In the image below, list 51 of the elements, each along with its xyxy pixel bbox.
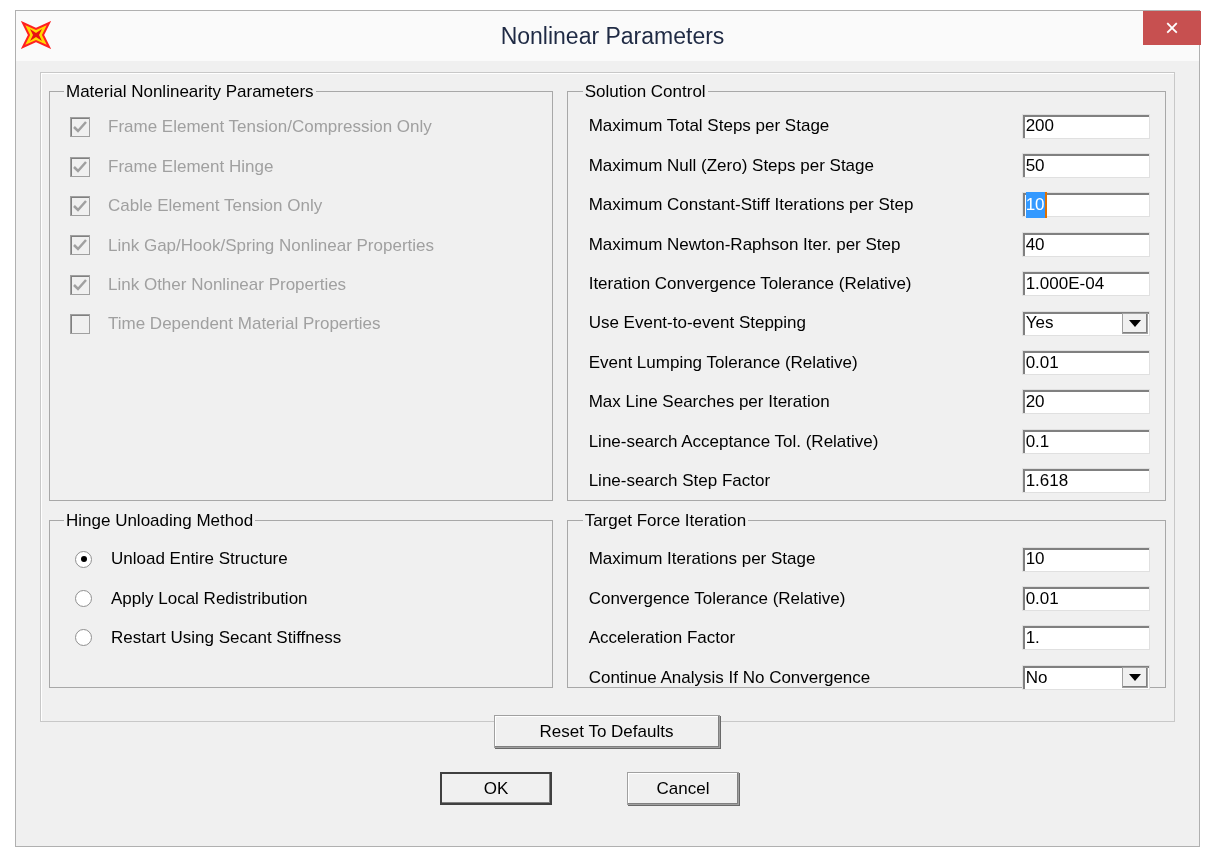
radio-label: Unload Entire Structure: [111, 548, 288, 571]
close-button[interactable]: ×: [1143, 11, 1201, 45]
field-label: Line-search Step Factor: [588, 469, 772, 492]
input-field[interactable]: 1.000E-04: [1021, 271, 1150, 297]
checkbox-label: Frame Element Hinge: [108, 155, 274, 178]
field-label: Acceleration Factor: [588, 627, 737, 650]
field-label: Event Lumping Tolerance (Relative): [588, 351, 859, 374]
field-label: Maximum Null (Zero) Steps per Stage: [588, 154, 875, 177]
group-title: Material Nonlinearity Parameters: [65, 81, 315, 103]
dropdown[interactable]: Yes: [1021, 310, 1150, 336]
checkbox-label: Time Dependent Material Properties: [108, 313, 381, 336]
input-field[interactable]: 0.1: [1021, 428, 1150, 454]
input-field[interactable]: 50: [1021, 153, 1150, 179]
radio-button[interactable]: [75, 590, 92, 608]
input-field[interactable]: 0.01: [1021, 350, 1150, 376]
checkbox-label: Link Gap/Hook/Spring Nonlinear Properties: [108, 234, 434, 257]
input-field[interactable]: 0.01: [1021, 586, 1150, 612]
radio-button[interactable]: [75, 629, 92, 647]
caret-icon: [1121, 666, 1148, 688]
field-label: Maximum Constant-Stiff Iterations per Step: [588, 194, 915, 217]
field-label: Max Line Searches per Iteration: [588, 391, 831, 414]
dropdown[interactable]: No: [1021, 664, 1150, 690]
reset-button[interactable]: Reset To Defaults: [493, 715, 720, 748]
field-label: Line-search Acceptance Tol. (Relative): [588, 430, 880, 453]
input-field[interactable]: 1.618: [1021, 468, 1150, 494]
field-label: Convergence Tolerance (Relative): [588, 587, 847, 610]
field-label: Maximum Newton-Raphson Iter. per Step: [588, 233, 902, 256]
app-logo-icon: [21, 21, 51, 49]
checkbox-label: Cable Element Tension Only: [108, 195, 323, 218]
group-title: Hinge Unloading Method: [65, 510, 255, 532]
checkbox-label: Frame Element Tension/Compression Only: [108, 116, 432, 139]
field-label: Iteration Convergence Tolerance (Relative): [588, 273, 913, 295]
cancel-button[interactable]: Cancel: [627, 772, 739, 805]
input-field[interactable]: 40: [1021, 231, 1150, 257]
window-title: Nonlinear Parameters: [500, 21, 725, 51]
ok-button[interactable]: OK: [440, 772, 552, 805]
group-title: Target Force Iteration: [583, 510, 748, 532]
radio-label: Apply Local Redistribution: [111, 587, 308, 610]
field-label: Maximum Total Steps per Stage: [588, 115, 831, 138]
field-label: Continue Analysis If No Convergence: [588, 666, 872, 689]
radio-button[interactable]: [75, 550, 92, 568]
input-field[interactable]: 10: [1021, 546, 1150, 572]
checkbox-label: Link Other Nonlinear Properties: [108, 274, 347, 296]
caret-icon: [1121, 312, 1148, 334]
group-title: Solution Control: [583, 81, 707, 103]
radio-label: Restart Using Secant Stiffness: [111, 627, 342, 650]
input-field[interactable]: 200: [1021, 113, 1150, 139]
input-field[interactable]: 1.: [1021, 625, 1150, 651]
input-field[interactable]: 20: [1021, 389, 1150, 415]
field-label: Maximum Iterations per Stage: [588, 548, 817, 571]
field-label: Use Event-to-event Stepping: [588, 312, 807, 335]
